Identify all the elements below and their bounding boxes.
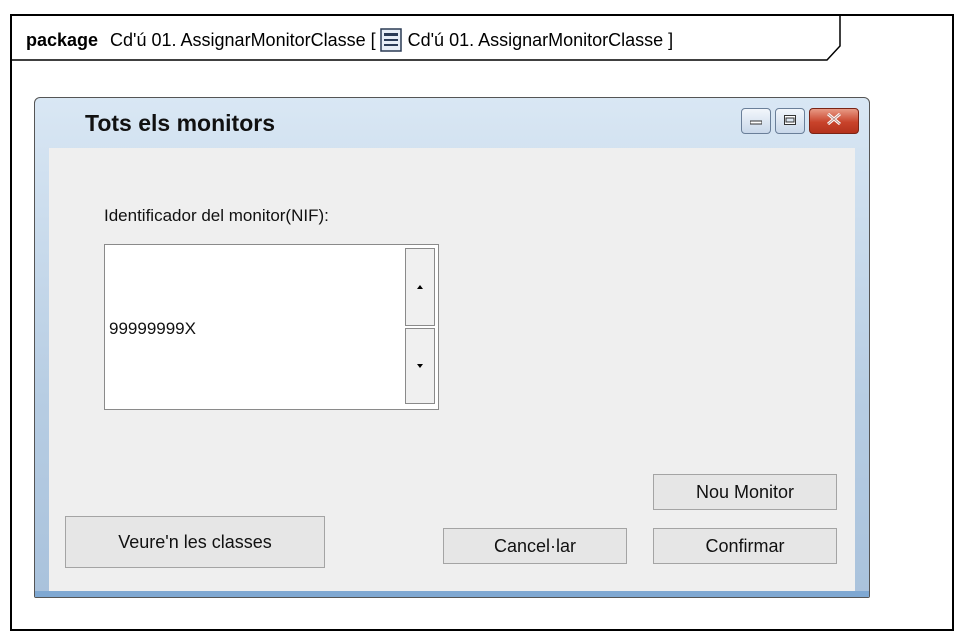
diagram-icon <box>379 28 402 52</box>
window-title: Tots els monitors <box>85 110 275 136</box>
package-name: Cd'ú 01. AssignarMonitorClasse [ <box>110 29 376 50</box>
nif-label: Identificador del monitor(NIF): <box>104 206 329 225</box>
arrow-up-icon <box>417 285 423 289</box>
veure-classes-button[interactable]: Veure'n les classes <box>65 516 325 568</box>
confirm-button[interactable]: Confirmar <box>653 528 837 564</box>
nif-value[interactable]: 99999999X <box>109 319 196 339</box>
maximize-button[interactable] <box>775 108 805 134</box>
minimize-button[interactable] <box>741 108 771 134</box>
cancel-button[interactable]: Cancel·lar <box>443 528 627 564</box>
minimize-icon <box>749 112 763 130</box>
package-tab: package Cd'ú 01. AssignarMonitorClasse [… <box>12 16 842 61</box>
window-controls <box>741 108 859 134</box>
close-icon <box>827 112 841 130</box>
arrow-down-icon <box>417 364 423 368</box>
diagram-name: Cd'ú 01. AssignarMonitorClasse ] <box>407 29 674 50</box>
monitors-window: Tots els monitors Identificador del moni… <box>34 97 870 598</box>
package-label: package Cd'ú 01. AssignarMonitorClasse [… <box>26 28 673 52</box>
spinner-up-button[interactable] <box>405 248 435 326</box>
nou-monitor-button[interactable]: Nou Monitor <box>653 474 837 510</box>
maximize-icon <box>784 112 796 130</box>
spinner-down-button[interactable] <box>405 328 435 404</box>
close-button[interactable] <box>809 108 859 134</box>
window-client-area: Identificador del monitor(NIF): 99999999… <box>49 148 855 591</box>
nif-spinner[interactable]: 99999999X <box>104 244 439 410</box>
window-bottom-border <box>35 591 869 597</box>
package-keyword: package <box>26 29 99 50</box>
